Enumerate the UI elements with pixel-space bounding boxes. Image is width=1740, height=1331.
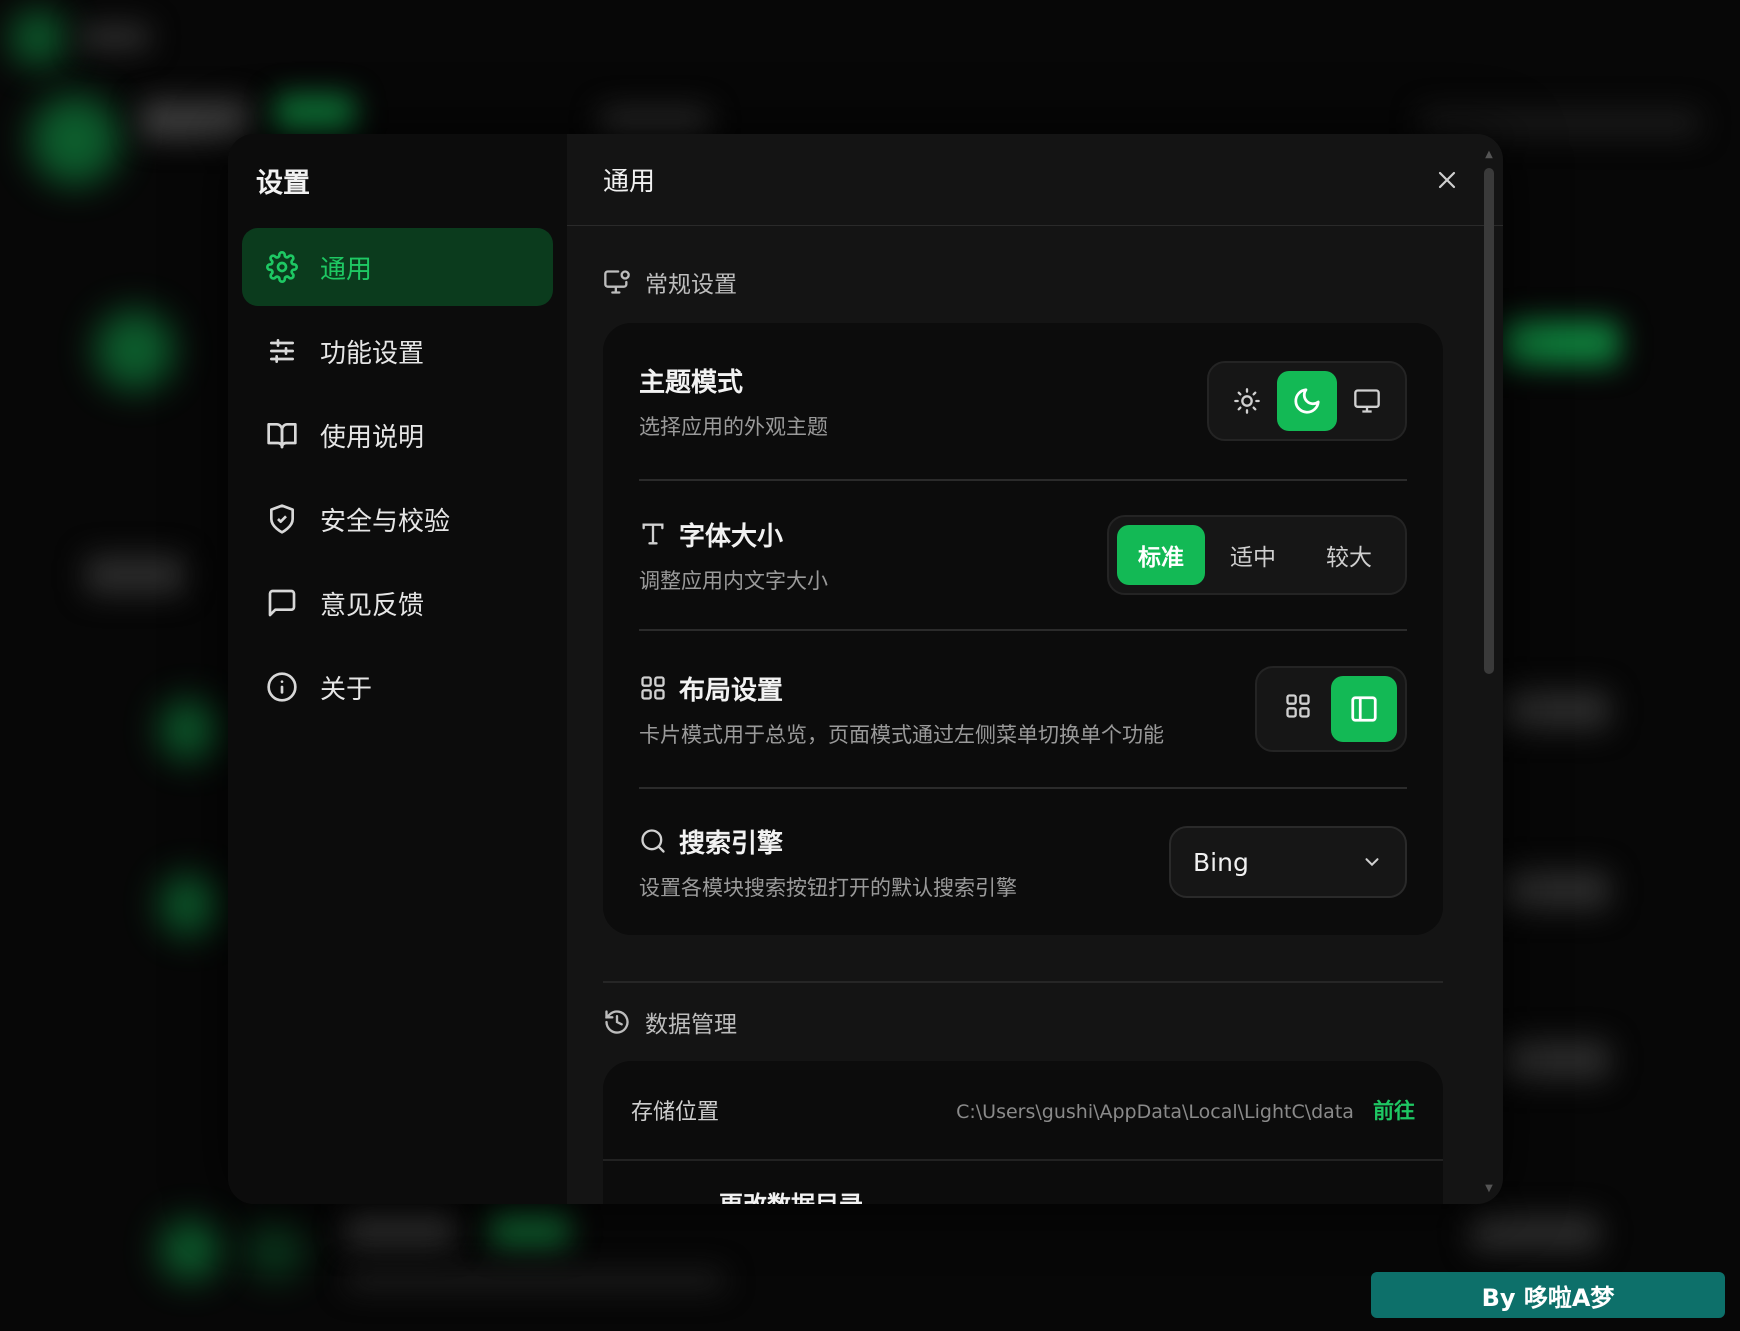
font-size-title: 字体大小 [679,521,784,552]
sidebar-item-guide[interactable]: 使用说明 [242,396,553,474]
section-data-label: 数据管理 [645,1012,737,1038]
font-size-title-wrap: 字体大小 [639,516,828,553]
goto-link[interactable]: 前往 [1373,1099,1415,1123]
settings-main: 通用 常规设置 主题模式 选择应用的外观主题 字体大小 调整应用内文字大小 标准… [567,134,1503,1204]
search-icon [641,829,665,853]
monitor-icon [1354,389,1380,413]
data-management-card: 存储位置 C:\Users\gushi\AppData\Local\LightC… [603,1061,1443,1204]
sidebar-item-feedback[interactable]: 意见反馈 [242,564,553,642]
gear-icon [266,251,298,283]
scroll-up-arrow[interactable]: ▲ [1483,150,1495,160]
layout-desc: 卡片模式用于总览，页面模式通过左侧菜单切换单个功能 [639,722,1164,747]
font-size-large-button[interactable]: 较大 [1301,525,1397,585]
main-header: 通用 [567,134,1503,226]
font-size-medium-button[interactable]: 适中 [1205,525,1301,585]
panel-icon [1351,696,1377,722]
font-size-row: 字体大小 调整应用内文字大小 标准 适中 较大 [639,481,1407,631]
search-engine-title: 搜索引擎 [679,828,784,859]
sidebar-item-security[interactable]: 安全与校验 [242,480,553,558]
storage-path: C:\Users\gushi\AppData\Local\LightC\data [956,1101,1354,1123]
section-general-label: 常规设置 [645,272,737,298]
theme-title: 主题模式 [639,367,744,398]
scroll-down-arrow[interactable]: ▼ [1483,1184,1495,1194]
storage-location-row: 存储位置 C:\Users\gushi\AppData\Local\LightC… [603,1061,1443,1161]
info-icon [266,671,298,703]
layout-title: 布局设置 [679,675,784,706]
close-icon [1438,171,1456,188]
sidebar-item-label: 安全与校验 [320,506,451,537]
section-divider [603,981,1443,983]
settings-dialog: 设置 通用 功能设置 使用说明 安全与校验 意见反馈 关于 通用 常规设置 主题… [228,134,1503,1204]
scrollbar[interactable]: ▲ ▼ [1483,150,1495,1194]
page-title: 通用 [603,167,656,197]
section-general-heading: 常规设置 [603,265,1443,299]
search-engine-desc: 设置各模块搜索按钮打开的默认搜索引擎 [639,875,1017,900]
sidebar-title: 设置 [256,168,310,199]
type-icon [642,523,664,545]
font-size-standard-button[interactable]: 标准 [1117,525,1205,585]
grid-icon [641,676,665,700]
sliders-icon [266,335,298,367]
sidebar-item-features[interactable]: 功能设置 [242,312,553,390]
theme-light-button[interactable] [1217,371,1277,431]
settings-content: 常规设置 主题模式 选择应用的外观主题 字体大小 调整应用内文字大小 标准 适中… [567,227,1503,1204]
search-engine-title-wrap: 搜索引擎 [639,823,1017,860]
search-engine-row: 搜索引擎 设置各模块搜索按钮打开的默认搜索引擎 Bing [639,789,1407,935]
search-engine-select[interactable]: Bing [1169,826,1407,898]
watermark-badge: By 哆啦A梦 [1371,1272,1725,1318]
grid-icon [1286,694,1310,718]
theme-system-button[interactable] [1337,371,1397,431]
sidebar-item-label: 通用 [320,254,373,285]
storage-location-label: 存储位置 [631,1100,720,1125]
sidebar-item-label: 关于 [320,674,373,705]
font-size-switcher: 标准 适中 较大 [1107,515,1407,595]
change-dir-label: 更改数据目录 [719,1185,863,1205]
sidebar-nav: 通用 功能设置 使用说明 安全与校验 意见反馈 关于 [242,228,553,726]
chevron-down-icon [1365,858,1379,867]
theme-row: 主题模式 选择应用的外观主题 [639,323,1407,481]
general-settings-card: 主题模式 选择应用的外观主题 字体大小 调整应用内文字大小 标准 适中 较大 布… [603,323,1443,935]
sidebar-item-label: 使用说明 [320,422,425,453]
moon-icon [1294,388,1320,414]
message-icon [266,587,298,619]
change-dir-row[interactable]: 更改数据目录 [603,1161,1443,1205]
sidebar-item-label: 意见反馈 [320,590,425,621]
theme-dark-button[interactable] [1277,371,1337,431]
book-icon [266,419,298,451]
layout-switcher [1255,666,1407,752]
section-data-heading: 数据管理 [603,1005,1443,1039]
font-size-desc: 调整应用内文字大小 [639,568,828,593]
monitor-settings-icon [604,270,630,294]
close-button[interactable] [1427,160,1467,200]
layout-page-button[interactable] [1331,676,1397,742]
layout-row: 布局设置 卡片模式用于总览，页面模式通过左侧菜单切换单个功能 [639,631,1407,789]
theme-desc: 选择应用的外观主题 [639,414,828,439]
scroll-thumb[interactable] [1484,168,1494,674]
sidebar-item-label: 功能设置 [320,338,425,369]
shield-icon [266,503,298,535]
layout-title-wrap: 布局设置 [639,670,1164,707]
sun-icon [1234,388,1260,414]
layout-card-button[interactable] [1265,676,1331,736]
theme-switcher [1207,361,1407,441]
settings-sidebar: 设置 通用 功能设置 使用说明 安全与校验 意见反馈 关于 [228,134,567,1204]
sidebar-item-about[interactable]: 关于 [242,648,553,726]
search-engine-value: Bing [1193,847,1249,877]
history-icon [605,1010,629,1034]
sidebar-item-general[interactable]: 通用 [242,228,553,306]
